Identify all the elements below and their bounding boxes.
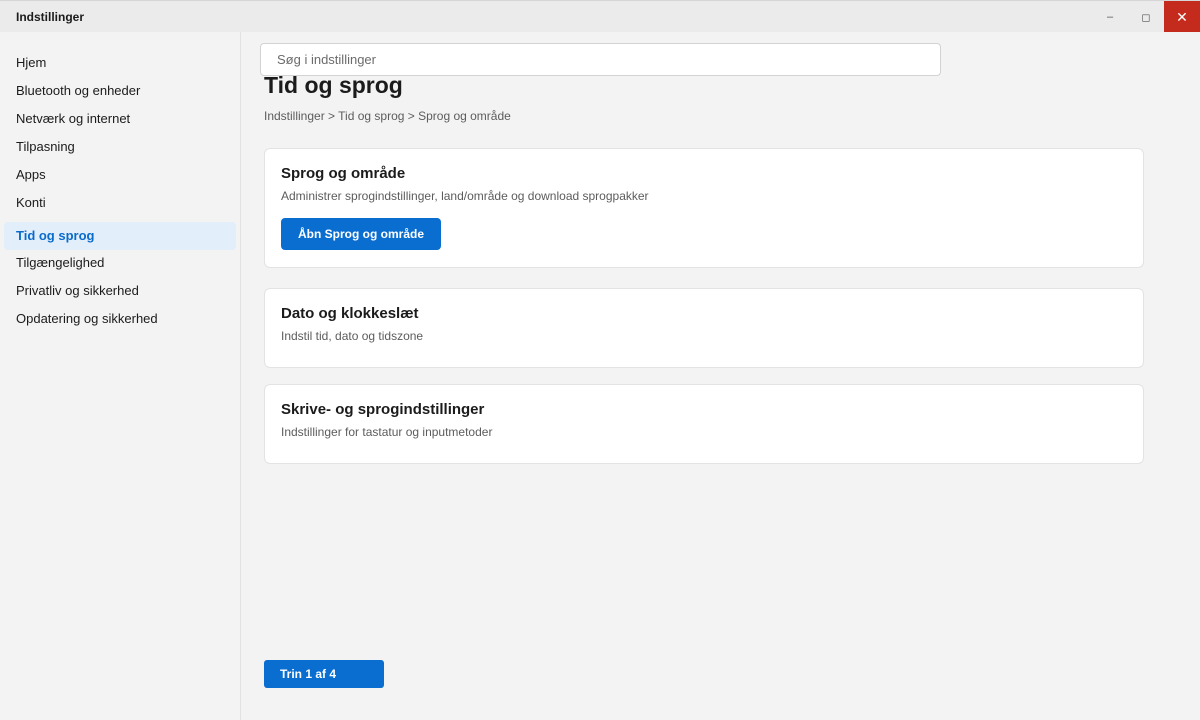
sidebar-item-netvaerk[interactable]: Netværk og internet (4, 105, 236, 133)
card-skrive-og-sprogindstillinger[interactable]: Skrive- og sprogindstillinger Indstillin… (264, 384, 1144, 464)
sidebar-item-bluetooth[interactable]: Bluetooth og enheder (4, 77, 236, 105)
close-icon: ✕ (1176, 8, 1188, 25)
page-title: Tid og sprog (264, 72, 403, 98)
search-input[interactable] (261, 44, 940, 75)
card-dato-og-klokkeslaet[interactable]: Dato og klokkeslæt Indstil tid, dato og … (264, 288, 1144, 368)
sidebar-item-opdatering[interactable]: Opdatering og sikkerhed (4, 305, 236, 333)
sidebar-item-tilpasning[interactable]: Tilpasning (4, 133, 236, 161)
close-button[interactable]: ✕ (1164, 1, 1200, 33)
open-language-region-button[interactable]: Åbn Sprog og område (281, 218, 441, 250)
sidebar: Hjem Bluetooth og enheder Netværk og int… (0, 32, 241, 720)
maximize-icon: ◻ (1141, 11, 1151, 24)
sidebar-item-konti[interactable]: Konti (4, 189, 236, 217)
title-bar: Indstillinger – ◻ ✕ (0, 0, 1200, 33)
sidebar-item-hjem[interactable]: Hjem (4, 49, 236, 77)
card-title: Skrive- og sprogindstillinger (281, 401, 485, 418)
card-sprog-og-omraade: Sprog og område Administrer sprogindstil… (264, 148, 1144, 268)
card-description: Administrer sprogindstillinger, land/omr… (281, 189, 649, 203)
step-indicator-badge: Trin 1 af 4 (264, 660, 384, 688)
card-description: Indstillinger for tastatur og inputmetod… (281, 425, 493, 439)
breadcrumb: Indstillinger > Tid og sprog > Sprog og … (264, 109, 511, 123)
search-box[interactable] (260, 43, 941, 76)
maximize-button[interactable]: ◻ (1128, 1, 1164, 33)
sidebar-item-privatliv[interactable]: Privatliv og sikkerhed (4, 277, 236, 305)
card-description: Indstil tid, dato og tidszone (281, 329, 424, 343)
main-content: Tid og sprog Indstillinger > Tid og spro… (241, 32, 1200, 720)
minimize-button[interactable]: – (1092, 1, 1128, 33)
minimize-icon: – (1106, 11, 1114, 23)
card-title: Dato og klokkeslæt (281, 305, 419, 322)
sidebar-item-tid-og-sprog[interactable]: Tid og sprog (4, 222, 236, 250)
window-title: Indstillinger (16, 10, 85, 24)
sidebar-item-apps[interactable]: Apps (4, 161, 236, 189)
sidebar-item-tilgaengelighed[interactable]: Tilgængelighed (4, 249, 236, 277)
card-title: Sprog og område (281, 165, 406, 182)
